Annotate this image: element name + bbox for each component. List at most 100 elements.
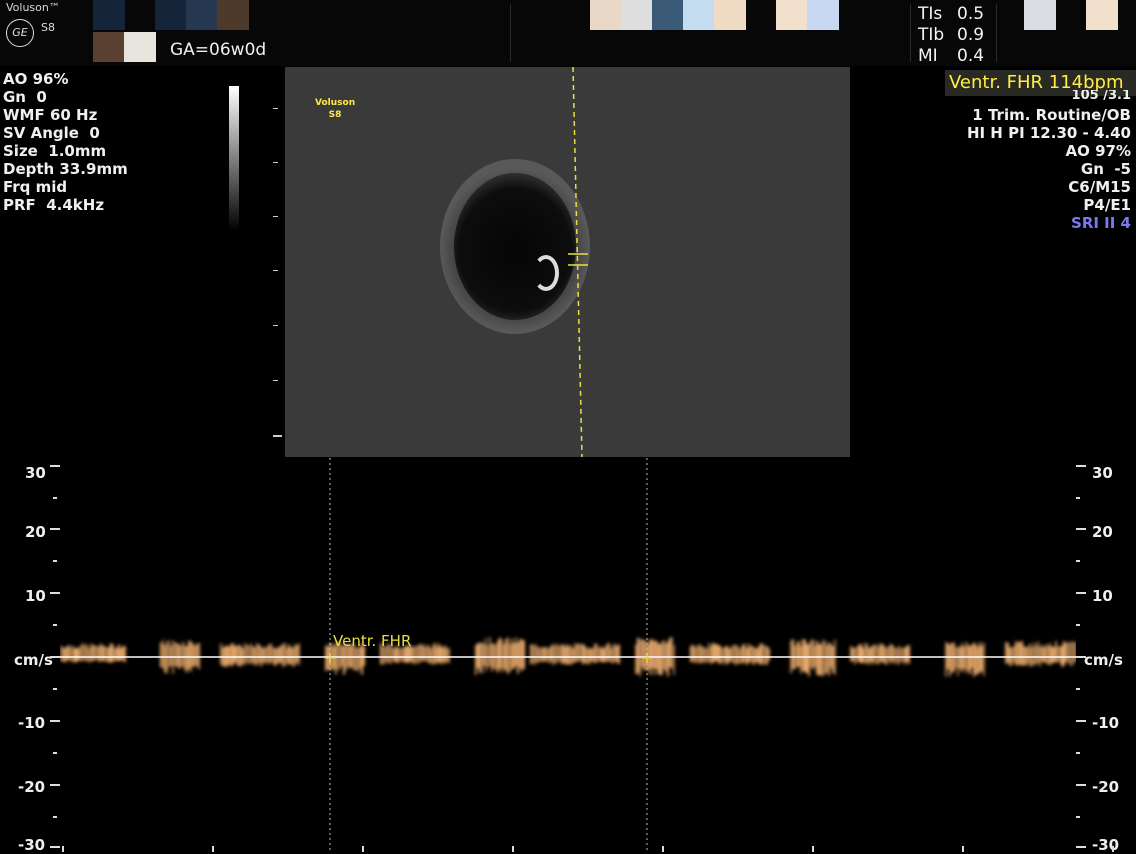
param-partial: 105 /3.1	[1071, 90, 1131, 100]
spectrum-column	[554, 645, 556, 664]
spectrum-column	[884, 646, 886, 665]
preset-swatch[interactable]	[621, 0, 653, 30]
preset-swatch[interactable]	[652, 0, 684, 30]
spectrum-column	[959, 646, 961, 670]
preset-swatch[interactable]	[807, 0, 839, 30]
spectrum-column	[284, 643, 286, 667]
spectrum-column	[80, 644, 82, 661]
bmode-image[interactable]: Voluson S8	[285, 67, 850, 457]
spectrum-column	[592, 647, 594, 663]
spectrum-column	[732, 644, 734, 664]
spectrum-column	[694, 646, 696, 664]
spectrum-column	[102, 645, 104, 662]
x-tick	[1112, 846, 1114, 852]
spectrum-column	[655, 640, 657, 669]
spectrum-column	[112, 644, 114, 662]
spectrum-column	[424, 647, 426, 662]
spectrum-column	[1057, 646, 1059, 663]
depth-tick	[273, 216, 278, 217]
spectrum-column	[108, 647, 110, 663]
y-label-left: 10	[25, 587, 46, 605]
spectrum-column	[507, 637, 509, 675]
preset-swatch[interactable]	[1086, 0, 1118, 30]
preset-swatch[interactable]	[590, 0, 622, 30]
spectrum-column	[487, 644, 489, 668]
spectrum-column	[448, 648, 450, 664]
param-gain: Gn 0	[3, 88, 47, 106]
spectrum-column	[673, 644, 675, 675]
spectrum-column	[810, 640, 812, 668]
spectrum-column	[182, 641, 184, 667]
preset-swatch[interactable]	[186, 0, 218, 30]
preset-swatch[interactable]	[683, 0, 715, 30]
spectrum-column	[298, 643, 300, 666]
spectrum-column	[94, 644, 96, 661]
spectral-doppler[interactable]: + + Ventr. FHR	[60, 458, 1076, 852]
spectrum-column	[286, 648, 288, 664]
spectrum-column	[800, 645, 802, 674]
spectrum-column	[104, 646, 106, 662]
spectrum-column	[70, 647, 72, 663]
spectrum-column	[262, 648, 264, 663]
spectrum-column	[515, 637, 517, 667]
spectrum-column	[898, 645, 900, 665]
y-tick	[50, 656, 60, 658]
spectrum-column	[822, 639, 824, 677]
preset-swatch[interactable]	[124, 32, 156, 62]
param-ao-right: AO 97%	[1065, 142, 1132, 160]
spectrum-column	[969, 646, 971, 675]
spectrum-column	[562, 644, 564, 664]
y-label-right: -10	[1092, 714, 1120, 732]
spectrum-column	[84, 645, 86, 661]
spectrum-column	[724, 646, 726, 662]
y-tick	[50, 784, 60, 786]
spectrum-column	[248, 645, 250, 664]
y-label-right: -20	[1092, 778, 1120, 796]
spectrum-column	[534, 644, 536, 665]
spectrum-column	[692, 644, 694, 662]
preset-swatch[interactable]	[93, 0, 125, 30]
spectrum-column	[505, 638, 507, 672]
spectrum-column	[444, 645, 446, 663]
spectrum-column	[868, 647, 870, 662]
spectrum-column	[92, 645, 94, 662]
spectrum-column	[802, 639, 804, 671]
spectrum-column	[1061, 645, 1063, 667]
spectrum-column	[1049, 643, 1051, 666]
preset-swatch[interactable]	[1024, 0, 1056, 30]
preset-swatch[interactable]	[155, 0, 187, 30]
spectrum-column	[728, 648, 730, 663]
spectrum-column	[604, 646, 606, 663]
spectrum-column	[196, 644, 198, 667]
spectrum-column	[750, 646, 752, 662]
y-tick	[1076, 720, 1086, 722]
spectrum-column	[977, 647, 979, 675]
mi-value: 0.4	[957, 46, 985, 66]
spectrum-column	[882, 644, 884, 663]
spectrum-column	[983, 642, 985, 677]
spectrum-column	[874, 644, 876, 664]
x-tick	[212, 846, 214, 852]
spectrum-column	[981, 645, 983, 672]
y-tick	[1076, 528, 1086, 530]
spectrum-column	[896, 648, 898, 663]
spectrum-column	[96, 646, 98, 661]
preset-swatch[interactable]	[714, 0, 746, 30]
y-tick	[1076, 846, 1086, 848]
spectrum-column	[438, 643, 440, 664]
spectrum-column	[1047, 645, 1049, 665]
preset-swatch[interactable]	[776, 0, 808, 30]
param-c-m: C6/M15	[1068, 178, 1131, 196]
y-tick	[50, 592, 60, 594]
spectrum-column	[1051, 646, 1053, 664]
spectrum-column	[74, 648, 76, 663]
preset-swatch[interactable]	[93, 32, 125, 62]
preset-swatch[interactable]	[217, 0, 249, 30]
spectrum-column	[768, 648, 770, 662]
spectrum-column	[876, 644, 878, 665]
spectrum-column	[804, 639, 806, 673]
y-label-left: -30	[18, 836, 46, 854]
spectrum-column	[106, 647, 108, 663]
spectrum-column	[192, 643, 194, 667]
y-tick	[53, 752, 57, 754]
